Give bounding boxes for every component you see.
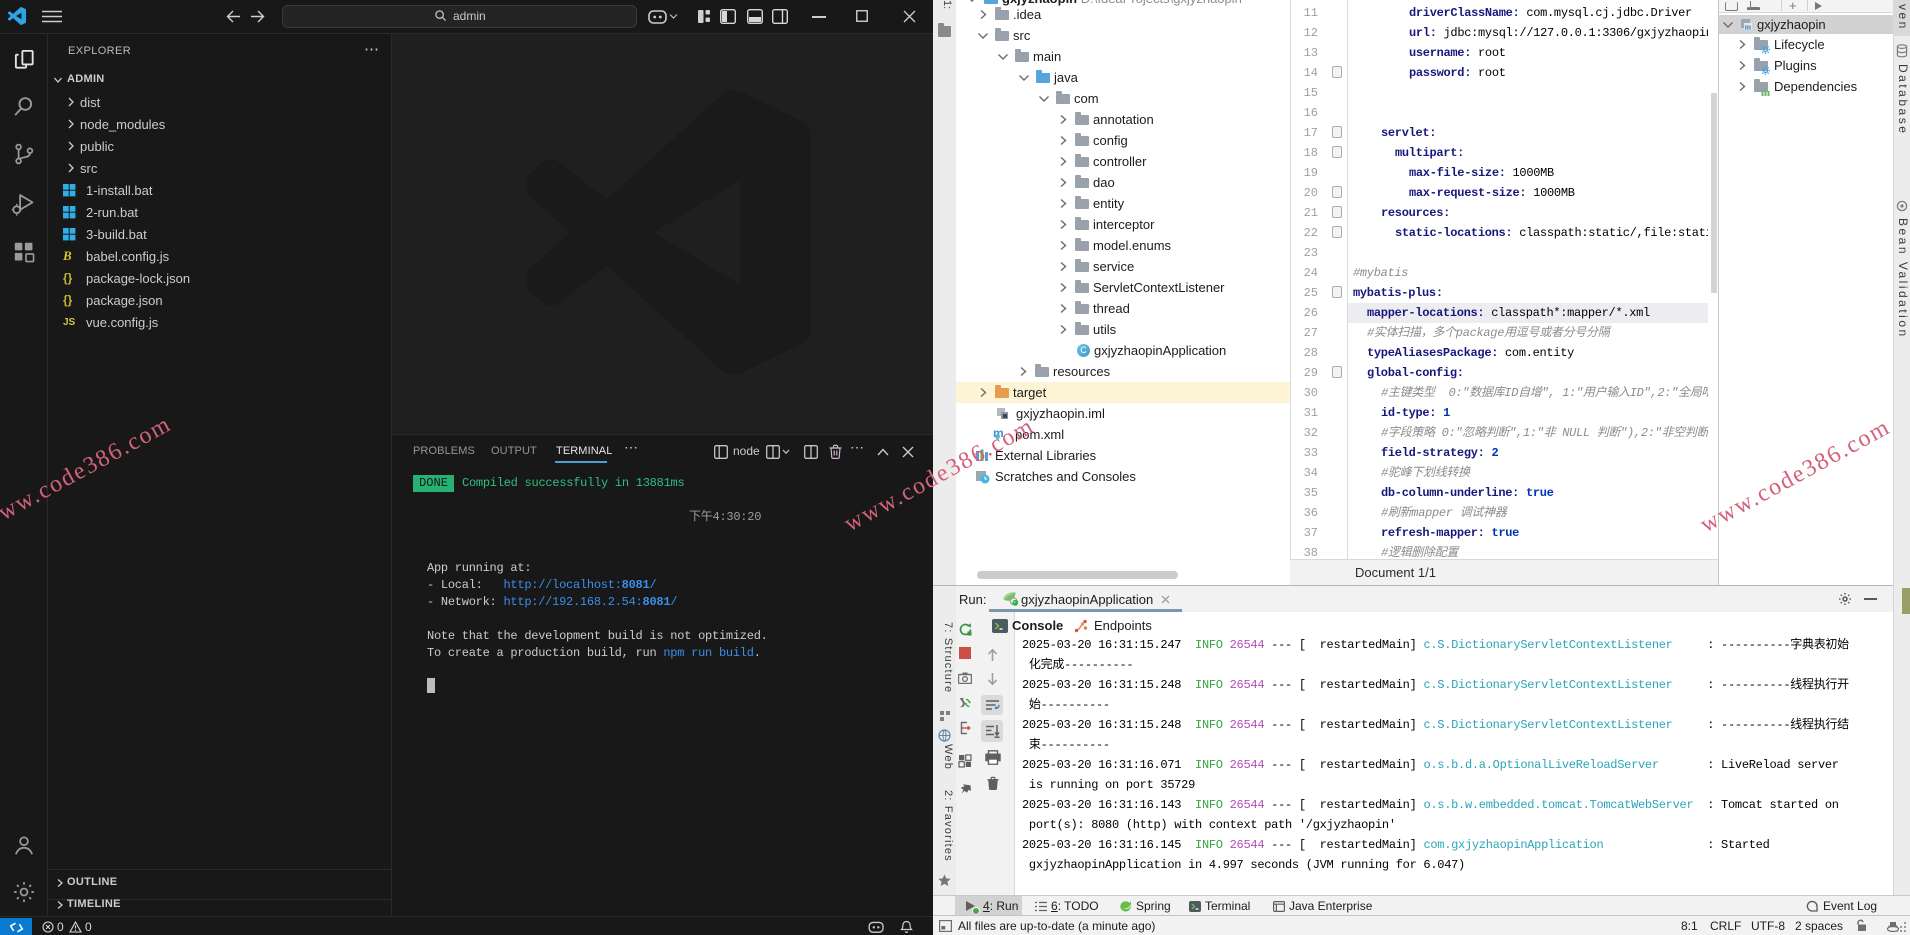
svg-text:m: m — [1745, 23, 1752, 32]
